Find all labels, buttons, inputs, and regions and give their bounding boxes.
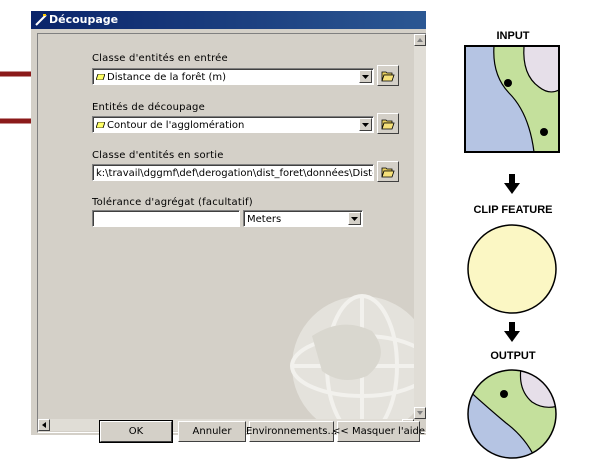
polygon-layer-icon bbox=[96, 122, 105, 128]
parameters-panel: Classe d'entités en entrée Distance de l… bbox=[37, 33, 428, 433]
output-heading: OUTPUT bbox=[490, 350, 536, 362]
units-select[interactable]: Meters bbox=[243, 210, 363, 227]
arrow-down-icon bbox=[504, 322, 520, 342]
output-feature-input[interactable]: k:\travail\dggmf\def\derogation\dist_for… bbox=[92, 164, 374, 181]
arrow-down-icon bbox=[504, 174, 520, 194]
chevron-down-icon[interactable] bbox=[359, 70, 372, 83]
globe-watermark bbox=[290, 294, 427, 432]
clip-heading: CLIP FEATURE bbox=[473, 204, 553, 216]
browse-input-button[interactable] bbox=[377, 65, 399, 86]
open-folder-icon bbox=[381, 119, 395, 130]
tool-icon bbox=[35, 14, 47, 26]
scroll-down-button[interactable] bbox=[414, 407, 426, 419]
polygon-layer-icon bbox=[96, 74, 105, 80]
open-folder-icon bbox=[381, 71, 395, 82]
browse-output-button[interactable] bbox=[377, 161, 399, 182]
window-title: Découpage bbox=[49, 13, 119, 26]
input-label: Classe d'entités en entrée bbox=[92, 53, 228, 64]
tolerance-label: Tolérance d'agrégat (facultatif) bbox=[92, 197, 253, 208]
vertical-scrollbar[interactable] bbox=[414, 34, 426, 419]
cancel-button[interactable]: Annuler bbox=[178, 421, 246, 442]
clip-feature-select[interactable]: Contour de l'agglomération bbox=[92, 116, 374, 133]
browse-clip-button[interactable] bbox=[377, 113, 399, 134]
chevron-down-icon[interactable] bbox=[359, 118, 372, 131]
scroll-up-button[interactable] bbox=[414, 34, 426, 46]
open-folder-icon bbox=[381, 167, 395, 178]
output-label: Classe d'entités en sortie bbox=[92, 150, 224, 161]
clip-feature-illustration bbox=[467, 224, 557, 314]
input-heading: INPUT bbox=[496, 30, 530, 42]
input-map-illustration bbox=[464, 45, 560, 153]
output-map-illustration bbox=[467, 369, 557, 459]
hide-help-button[interactable]: << Masquer l'aide bbox=[332, 421, 425, 442]
tolerance-input[interactable] bbox=[92, 210, 240, 227]
ok-button[interactable]: OK bbox=[99, 420, 173, 443]
input-feature-select[interactable]: Distance de la forêt (m) bbox=[92, 68, 374, 85]
clip-label: Entités de découpage bbox=[92, 102, 205, 113]
help-panel: INPUT CLIP FEATURE OUTPUT bbox=[426, 11, 600, 461]
chevron-down-icon[interactable] bbox=[348, 212, 361, 225]
environments-button[interactable]: Environnements... bbox=[246, 421, 337, 442]
scroll-left-button[interactable] bbox=[38, 419, 50, 431]
